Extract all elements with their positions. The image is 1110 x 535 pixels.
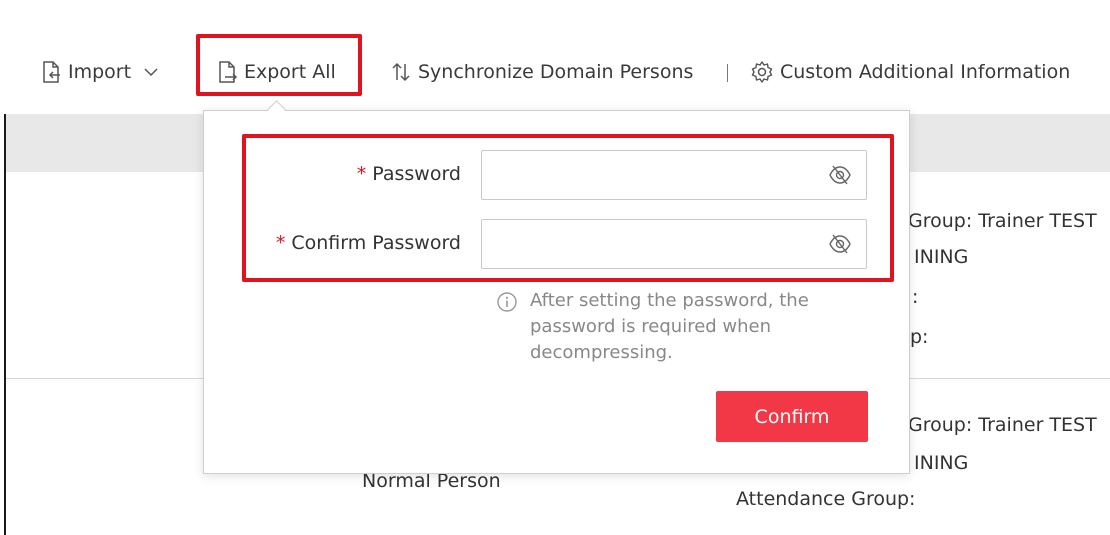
required-marker: * bbox=[356, 163, 367, 185]
sync-label: Synchronize Domain Persons bbox=[418, 61, 694, 83]
custom-additional-information-button[interactable]: Custom Additional Information bbox=[750, 52, 1070, 92]
confirm-password-label: * Confirm Password bbox=[275, 232, 461, 254]
eye-off-icon[interactable] bbox=[828, 164, 852, 186]
chevron-down-icon bbox=[144, 68, 158, 77]
synchronize-domain-persons-button[interactable]: Synchronize Domain Persons bbox=[390, 52, 693, 92]
info-icon bbox=[497, 292, 517, 312]
row-1-line-4: p: bbox=[910, 326, 929, 348]
row-2-group-text: Group: Trainer TEST bbox=[908, 414, 1097, 436]
export-all-button[interactable]: Export All bbox=[216, 52, 336, 92]
custom-info-label: Custom Additional Information bbox=[780, 61, 1071, 83]
password-field[interactable] bbox=[481, 150, 867, 200]
password-label: * Password bbox=[356, 163, 461, 185]
sort-arrows-icon bbox=[392, 62, 410, 82]
hint-text: After setting the password, the password… bbox=[530, 290, 809, 363]
export-icon bbox=[219, 61, 238, 83]
gear-icon bbox=[751, 61, 773, 83]
password-input[interactable] bbox=[482, 151, 812, 199]
required-marker: * bbox=[275, 232, 286, 254]
password-hint: After setting the password, the password… bbox=[496, 288, 836, 366]
row-1-line-2: INING bbox=[914, 246, 969, 268]
import-label: Import bbox=[68, 61, 132, 83]
toolbar-divider bbox=[727, 64, 728, 82]
confirm-password-field[interactable] bbox=[481, 219, 867, 269]
row-2-line-2: INING bbox=[914, 452, 969, 474]
row-1-line-3: : bbox=[912, 286, 919, 308]
confirm-password-input[interactable] bbox=[482, 220, 812, 268]
import-button[interactable]: Import bbox=[40, 52, 159, 92]
import-icon bbox=[43, 61, 60, 83]
eye-off-icon[interactable] bbox=[828, 233, 852, 255]
row-1-group-text: Group: Trainer TEST bbox=[908, 210, 1097, 232]
export-all-label: Export All bbox=[244, 61, 336, 83]
row-2-attendance-group: Attendance Group: bbox=[736, 488, 916, 510]
confirm-button[interactable]: Confirm bbox=[716, 391, 868, 442]
